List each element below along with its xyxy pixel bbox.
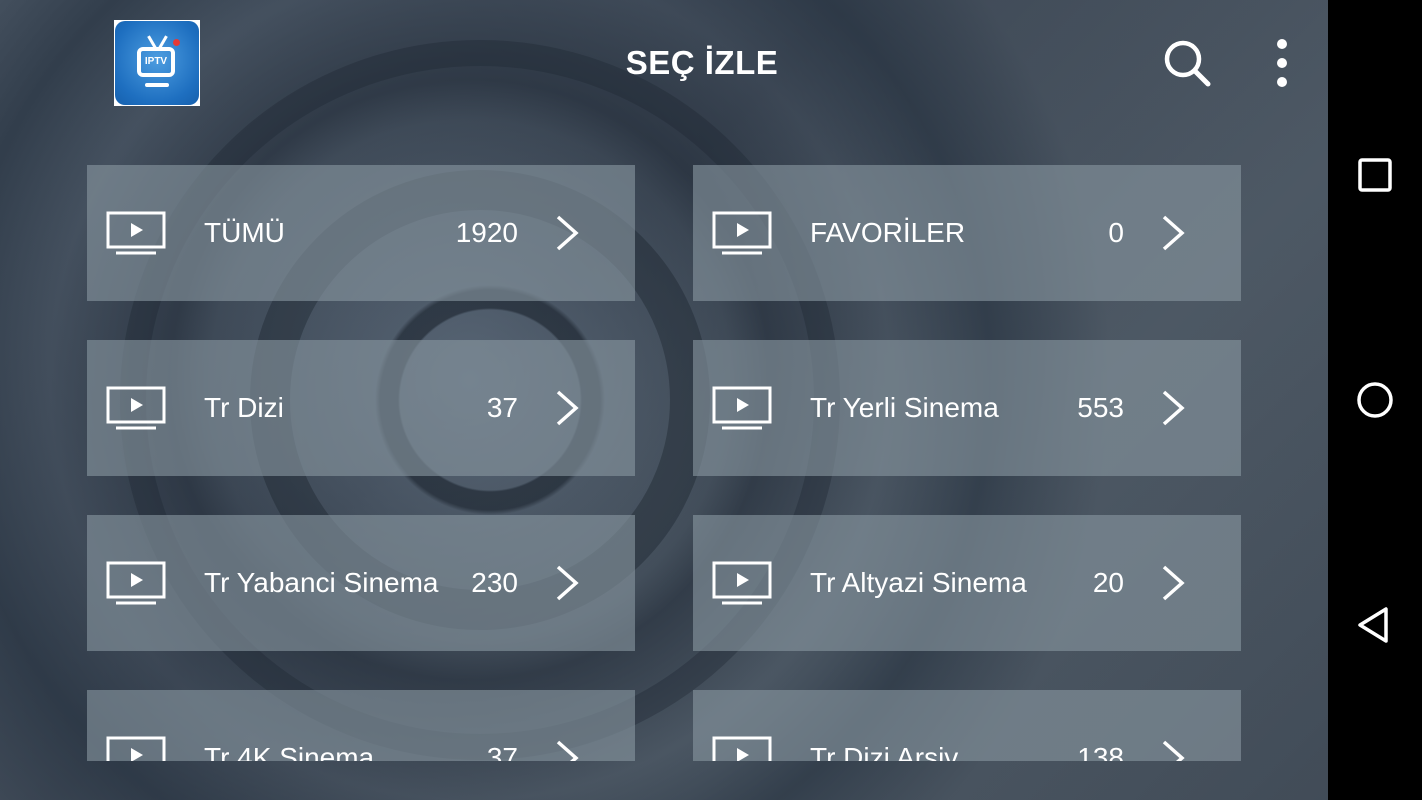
category-label: Tr Dizi xyxy=(204,392,284,423)
page-title: SEÇ İZLE xyxy=(625,44,779,81)
category-count: 230 xyxy=(471,567,518,598)
category-grid: TÜMÜ 1920 FAVORİLER 0 Tr Dizi 37 Tr Yerl… xyxy=(87,165,1243,761)
search-icon xyxy=(1164,40,1211,87)
category-count: 37 xyxy=(486,742,518,761)
tv-play-icon xyxy=(106,211,166,255)
category-label: Tr Yabanci Sinema xyxy=(204,567,439,598)
category-card[interactable]: Tr Yerli Sinema 553 xyxy=(693,340,1241,476)
tv-play-icon xyxy=(712,561,772,605)
recents-button[interactable] xyxy=(1350,150,1400,200)
search-button[interactable] xyxy=(1160,36,1214,90)
category-count: 20 xyxy=(1092,567,1124,598)
circle-icon xyxy=(1357,382,1393,418)
chevron-right-icon xyxy=(1162,390,1185,426)
category-card[interactable]: Tr Yabanci Sinema 230 xyxy=(87,515,635,651)
home-button[interactable] xyxy=(1350,375,1400,425)
more-vertical-icon xyxy=(1277,39,1287,87)
tv-play-icon xyxy=(712,736,772,761)
category-label: Tr Yerli Sinema xyxy=(810,392,999,423)
category-count: 138 xyxy=(1077,742,1124,761)
category-card[interactable]: TÜMÜ 1920 xyxy=(87,165,635,301)
chevron-right-icon xyxy=(556,740,579,761)
category-label: Tr Altyazi Sinema xyxy=(810,567,1027,598)
tv-play-icon xyxy=(106,736,166,761)
category-card[interactable]: Tr 4K Sinema 37 xyxy=(87,690,635,761)
logo-base xyxy=(145,83,169,87)
category-card[interactable]: FAVORİLER 0 xyxy=(693,165,1241,301)
tv-play-icon xyxy=(712,386,772,430)
top-app-bar: IPTV SEÇ İZLE xyxy=(0,0,1328,130)
chevron-right-icon xyxy=(1162,740,1185,761)
category-label: FAVORİLER xyxy=(810,217,966,248)
chevron-right-icon xyxy=(556,565,579,601)
category-label: Tr 4K Sinema xyxy=(204,742,375,761)
tv-play-icon xyxy=(712,211,772,255)
chevron-right-icon xyxy=(556,215,579,251)
category-label: Tr Dizi Arsiv xyxy=(810,742,959,761)
square-icon xyxy=(1358,158,1392,192)
back-button[interactable] xyxy=(1350,600,1400,650)
triangle-back-icon xyxy=(1358,607,1388,643)
system-navigation-bar xyxy=(1328,0,1422,800)
overflow-menu-button[interactable] xyxy=(1262,36,1302,90)
category-count: 553 xyxy=(1077,392,1124,423)
category-count: 0 xyxy=(1108,217,1124,248)
screen: IPTV SEÇ İZLE TÜMÜ 1920 FAVORİLER 0 Tr D… xyxy=(0,0,1422,800)
category-count: 37 xyxy=(486,392,518,423)
chevron-right-icon xyxy=(1162,565,1185,601)
chevron-right-icon xyxy=(556,390,579,426)
tv-play-icon xyxy=(106,561,166,605)
category-label: TÜMÜ xyxy=(204,217,285,248)
chevron-right-icon xyxy=(1162,215,1185,251)
category-count: 1920 xyxy=(455,217,518,248)
app-window: IPTV SEÇ İZLE TÜMÜ 1920 FAVORİLER 0 Tr D… xyxy=(0,0,1328,800)
category-card[interactable]: Tr Altyazi Sinema 20 xyxy=(693,515,1241,651)
category-card[interactable]: Tr Dizi 37 xyxy=(87,340,635,476)
category-card[interactable]: Tr Dizi Arsiv 138 xyxy=(693,690,1241,761)
tv-play-icon xyxy=(106,386,166,430)
